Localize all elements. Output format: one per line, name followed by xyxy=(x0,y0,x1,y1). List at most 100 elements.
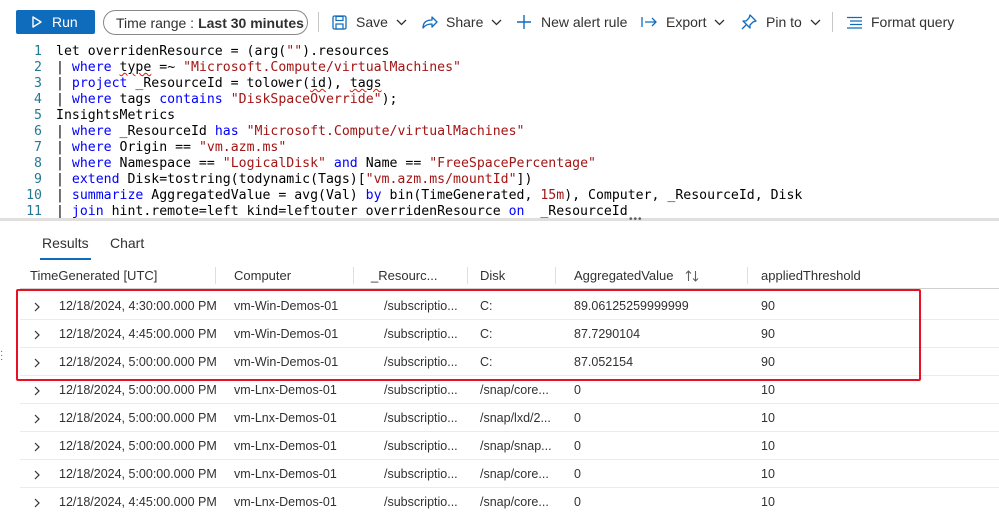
line-number: 2 xyxy=(34,60,42,75)
plus-icon xyxy=(515,13,533,31)
editor-splitter[interactable] xyxy=(0,218,999,221)
tab-chart[interactable]: Chart xyxy=(110,235,144,251)
table-row[interactable]: 12/18/2024, 5:00:00.000 PM vm-Win-Demos-0… xyxy=(20,348,999,376)
table-row[interactable]: 12/18/2024, 4:45:00.000 PM vm-Lnx-Demos-0… xyxy=(20,488,999,512)
cell-computer: vm-Lnx-Demos-01 xyxy=(234,411,337,425)
resize-grip-icon[interactable]: · · · xyxy=(0,347,3,365)
pin-to-button[interactable]: Pin to xyxy=(740,11,821,33)
code-line: let overridenResource = (arg("").resourc… xyxy=(56,44,390,59)
cell-computer: vm-Lnx-Demos-01 xyxy=(234,439,337,453)
cell-disk: C: xyxy=(480,355,493,369)
new-alert-rule-button[interactable]: New alert rule xyxy=(515,11,627,33)
column-divider[interactable] xyxy=(215,267,216,284)
cell-appliedthreshold: 90 xyxy=(761,355,775,369)
time-range-prefix: Time range : xyxy=(116,14,195,31)
save-label: Save xyxy=(356,14,388,30)
cell-resourceid: /subscriptio... xyxy=(384,467,458,481)
cell-timegenerated: 12/18/2024, 4:45:00.000 PM xyxy=(59,495,217,509)
run-button[interactable]: Run xyxy=(16,10,95,34)
save-button[interactable]: Save xyxy=(330,11,407,33)
cell-appliedthreshold: 10 xyxy=(761,439,775,453)
cell-disk: /snap/lxd/2... xyxy=(480,411,551,425)
splitter-grip-icon[interactable]: ••• xyxy=(629,214,643,225)
line-number: 1 xyxy=(34,44,42,59)
cell-timegenerated: 12/18/2024, 5:00:00.000 PM xyxy=(59,355,217,369)
cell-appliedthreshold: 90 xyxy=(761,299,775,313)
column-divider[interactable] xyxy=(747,267,748,284)
cell-aggregatedvalue: 0 xyxy=(574,467,581,481)
cell-appliedthreshold: 10 xyxy=(761,467,775,481)
cell-timegenerated: 12/18/2024, 5:00:00.000 PM xyxy=(59,411,217,425)
chevron-right-icon[interactable] xyxy=(34,441,40,455)
export-button[interactable]: Export xyxy=(640,11,725,33)
cell-computer: vm-Lnx-Demos-01 xyxy=(234,467,337,481)
table-row[interactable]: 12/18/2024, 5:00:00.000 PM vm-Lnx-Demos-0… xyxy=(20,404,999,432)
format-query-button[interactable]: Format query xyxy=(845,11,954,33)
sort-arrows-icon[interactable] xyxy=(685,270,699,282)
cell-timegenerated: 12/18/2024, 4:45:00.000 PM xyxy=(59,327,217,341)
table-row[interactable]: 12/18/2024, 4:30:00.000 PM vm-Win-Demos-0… xyxy=(20,292,999,320)
cell-appliedthreshold: 90 xyxy=(761,327,775,341)
share-icon xyxy=(420,13,438,31)
code-line: | where Namespace == "LogicalDisk" and N… xyxy=(56,156,596,171)
cell-disk: C: xyxy=(480,327,493,341)
query-toolbar: Run Time range : Last 30 minutes Save Sh… xyxy=(0,0,999,44)
cell-appliedthreshold: 10 xyxy=(761,495,775,509)
table-row[interactable]: 12/18/2024, 5:00:00.000 PM vm-Lnx-Demos-0… xyxy=(20,376,999,404)
cell-disk: /snap/snap... xyxy=(480,439,552,453)
column-header-timegenerated[interactable]: TimeGenerated [UTC] xyxy=(30,268,157,283)
export-label: Export xyxy=(666,14,707,30)
cell-resourceid: /subscriptio... xyxy=(384,355,458,369)
table-row[interactable]: 12/18/2024, 5:00:00.000 PM vm-Lnx-Demos-0… xyxy=(20,432,999,460)
chevron-right-icon[interactable] xyxy=(34,497,40,511)
cell-disk: /snap/core... xyxy=(480,495,549,509)
chevron-right-icon[interactable] xyxy=(34,357,40,371)
column-divider[interactable] xyxy=(555,267,556,284)
tab-results[interactable]: Results xyxy=(40,235,91,260)
cell-resourceid: /subscriptio... xyxy=(384,411,458,425)
code-line: | summarize AggregatedValue = avg(Val) b… xyxy=(56,188,803,203)
code-line: | where _ResourceId has "Microsoft.Compu… xyxy=(56,124,525,139)
column-header-aggregatedvalue[interactable]: AggregatedValue xyxy=(574,268,699,283)
table-row[interactable]: 12/18/2024, 4:45:00.000 PM vm-Win-Demos-0… xyxy=(20,320,999,348)
play-icon xyxy=(32,16,42,28)
column-divider[interactable] xyxy=(353,267,354,284)
cell-aggregatedvalue: 0 xyxy=(574,383,581,397)
run-label: Run xyxy=(52,14,78,30)
chevron-right-icon[interactable] xyxy=(34,301,40,315)
time-range-picker[interactable]: Time range : Last 30 minutes xyxy=(103,10,308,35)
cell-aggregatedvalue: 87.7290104 xyxy=(574,327,641,341)
column-header-computer[interactable]: Computer xyxy=(234,268,291,283)
cell-appliedthreshold: 10 xyxy=(761,411,775,425)
line-number: 6 xyxy=(34,124,42,139)
cell-aggregatedvalue: 0 xyxy=(574,495,581,509)
chevron-right-icon[interactable] xyxy=(34,413,40,427)
share-button[interactable]: Share xyxy=(420,11,502,33)
chevron-right-icon[interactable] xyxy=(34,469,40,483)
cell-computer: vm-Lnx-Demos-01 xyxy=(234,495,337,509)
column-header-disk[interactable]: Disk xyxy=(480,268,505,283)
chevron-right-icon[interactable] xyxy=(34,385,40,399)
cell-aggregatedvalue: 0 xyxy=(574,439,581,453)
format-lines-icon xyxy=(845,13,863,31)
code-line: | where tags contains "DiskSpaceOverride… xyxy=(56,92,398,107)
column-header-resourceid[interactable]: _Resourc... xyxy=(371,268,437,283)
line-number: 8 xyxy=(34,156,42,171)
cell-timegenerated: 12/18/2024, 4:30:00.000 PM xyxy=(59,299,217,313)
query-editor[interactable]: 1 let overridenResource = (arg("").resour… xyxy=(0,44,999,220)
format-label: Format query xyxy=(871,14,955,30)
code-line: | where Origin == "vm.azm.ms" xyxy=(56,140,287,155)
toolbar-divider xyxy=(832,12,833,32)
table-row[interactable]: 12/18/2024, 5:00:00.000 PM vm-Lnx-Demos-0… xyxy=(20,460,999,488)
column-divider[interactable] xyxy=(467,267,468,284)
cell-timegenerated: 12/18/2024, 5:00:00.000 PM xyxy=(59,383,217,397)
cell-disk: C: xyxy=(480,299,493,313)
cell-aggregatedvalue: 89.06125259999999 xyxy=(574,299,689,313)
column-header-appliedthreshold[interactable]: appliedThreshold xyxy=(761,268,861,283)
time-range-value: Last 30 minutes xyxy=(198,14,304,31)
code-line: InsightsMetrics xyxy=(56,108,176,123)
code-line: | extend Disk=tostring(todynamic(Tags)["… xyxy=(56,172,533,187)
chevron-right-icon[interactable] xyxy=(34,329,40,343)
aggregatedvalue-label: AggregatedValue xyxy=(574,268,674,283)
chevron-down-icon xyxy=(396,19,407,26)
